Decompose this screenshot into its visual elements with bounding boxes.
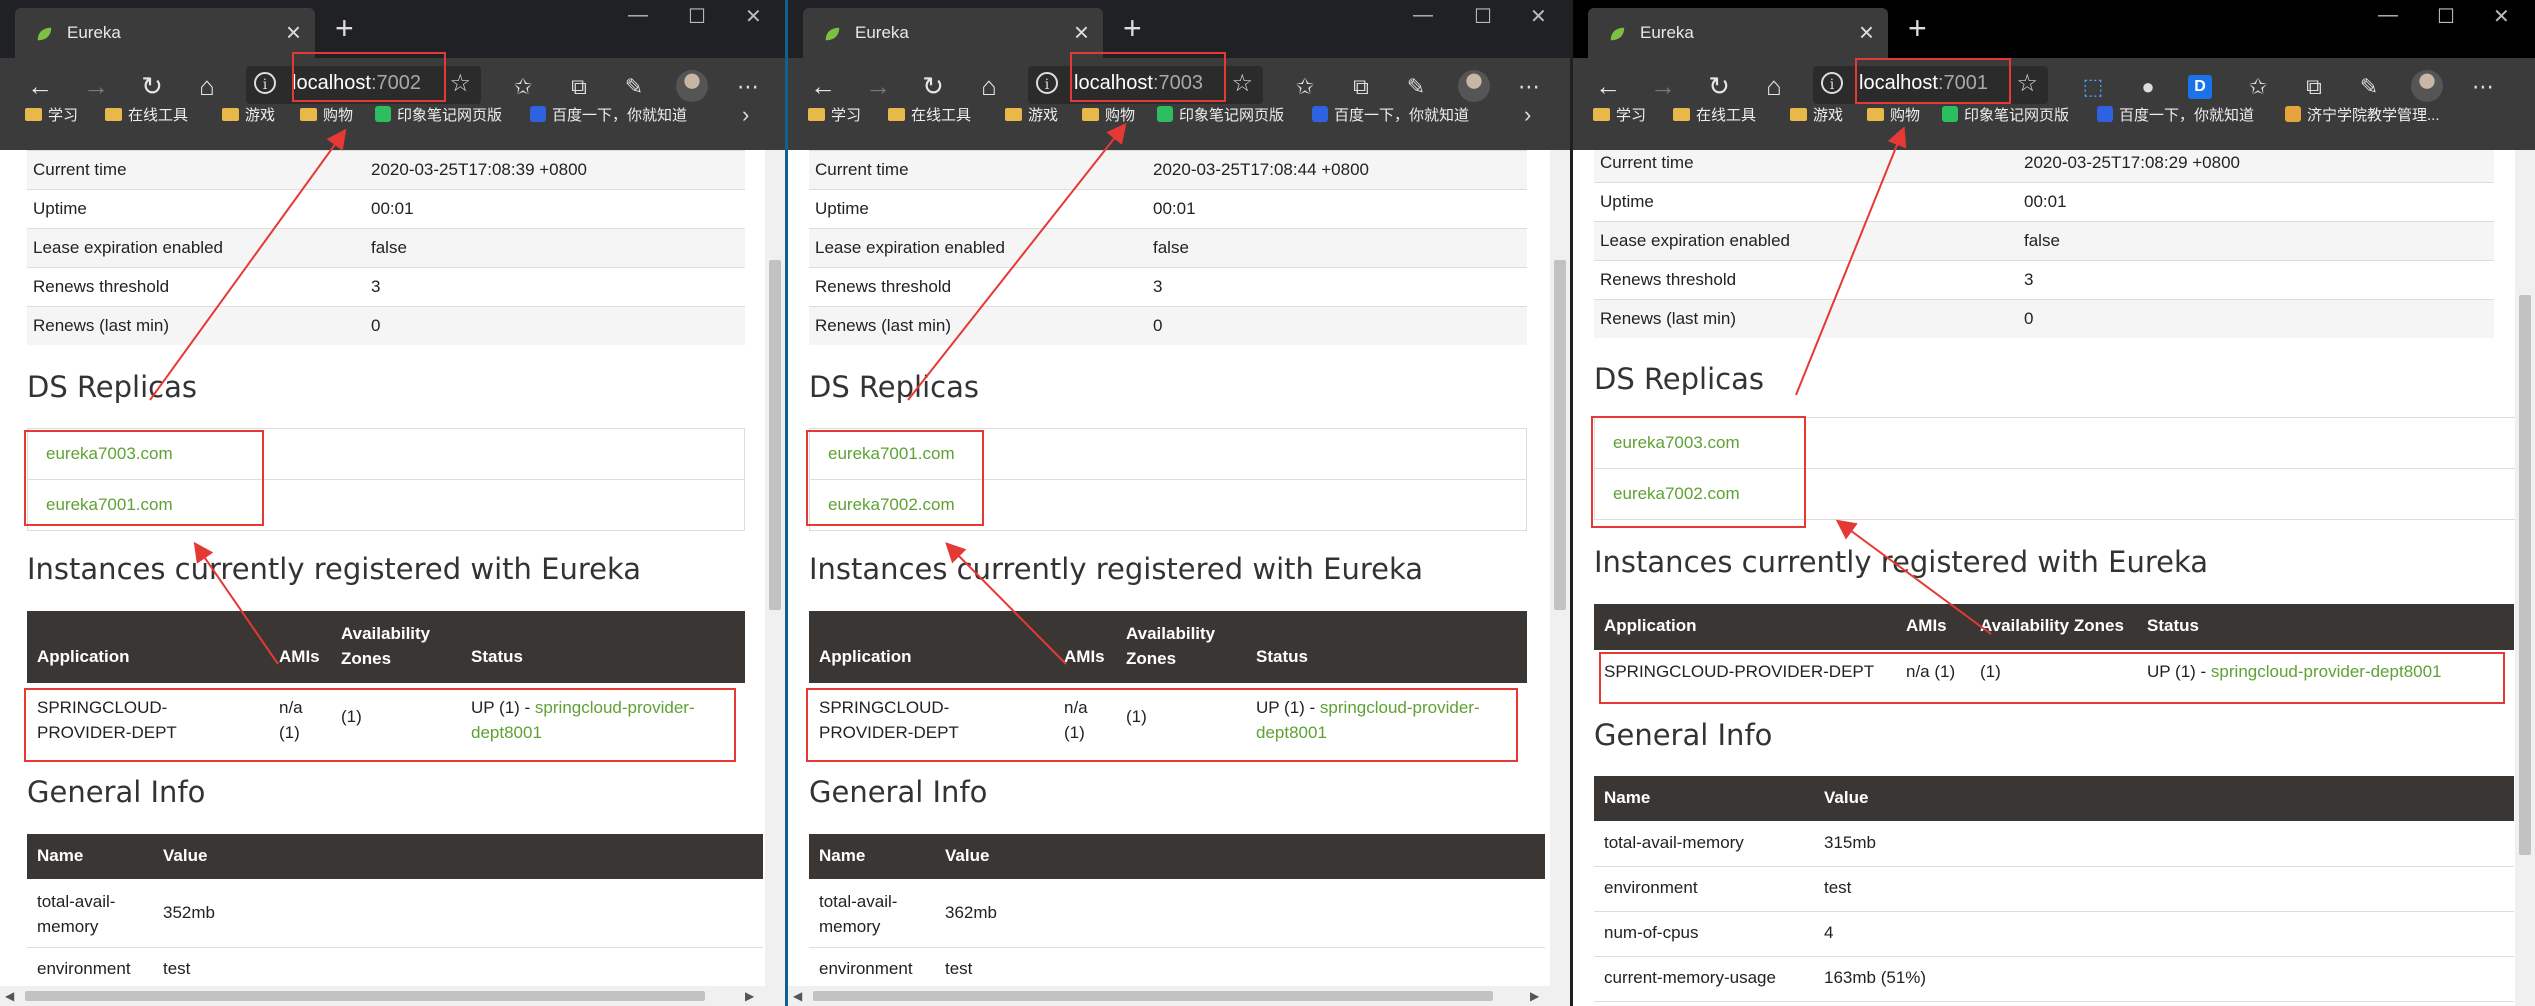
annotation-arrows xyxy=(1795,126,1992,635)
annotation-arrow xyxy=(945,542,1067,665)
browser-window-7002: Eureka × + — ☐ ✕ ← → ↻ ⌂ i localhost:700… xyxy=(0,0,785,1006)
annotation-arrow xyxy=(149,128,347,401)
annotation-arrow xyxy=(1795,126,1907,396)
annotation-arrows xyxy=(907,122,1127,665)
annotation-arrow xyxy=(193,541,279,665)
annotation-arrow xyxy=(1835,519,1992,635)
annotation-arrow xyxy=(907,122,1127,401)
window-separator xyxy=(1570,0,1573,1006)
browser-window-7003: Eureka × + — ☐ ✕ ← → ↻ ⌂ i localhost:700… xyxy=(788,0,1570,1006)
browser-window-7001: Eureka × + — ☐ ✕ ← → ↻ ⌂ i localhost:700… xyxy=(1573,0,2535,1006)
annotation-arrows xyxy=(149,128,347,665)
window-separator xyxy=(785,0,788,1006)
